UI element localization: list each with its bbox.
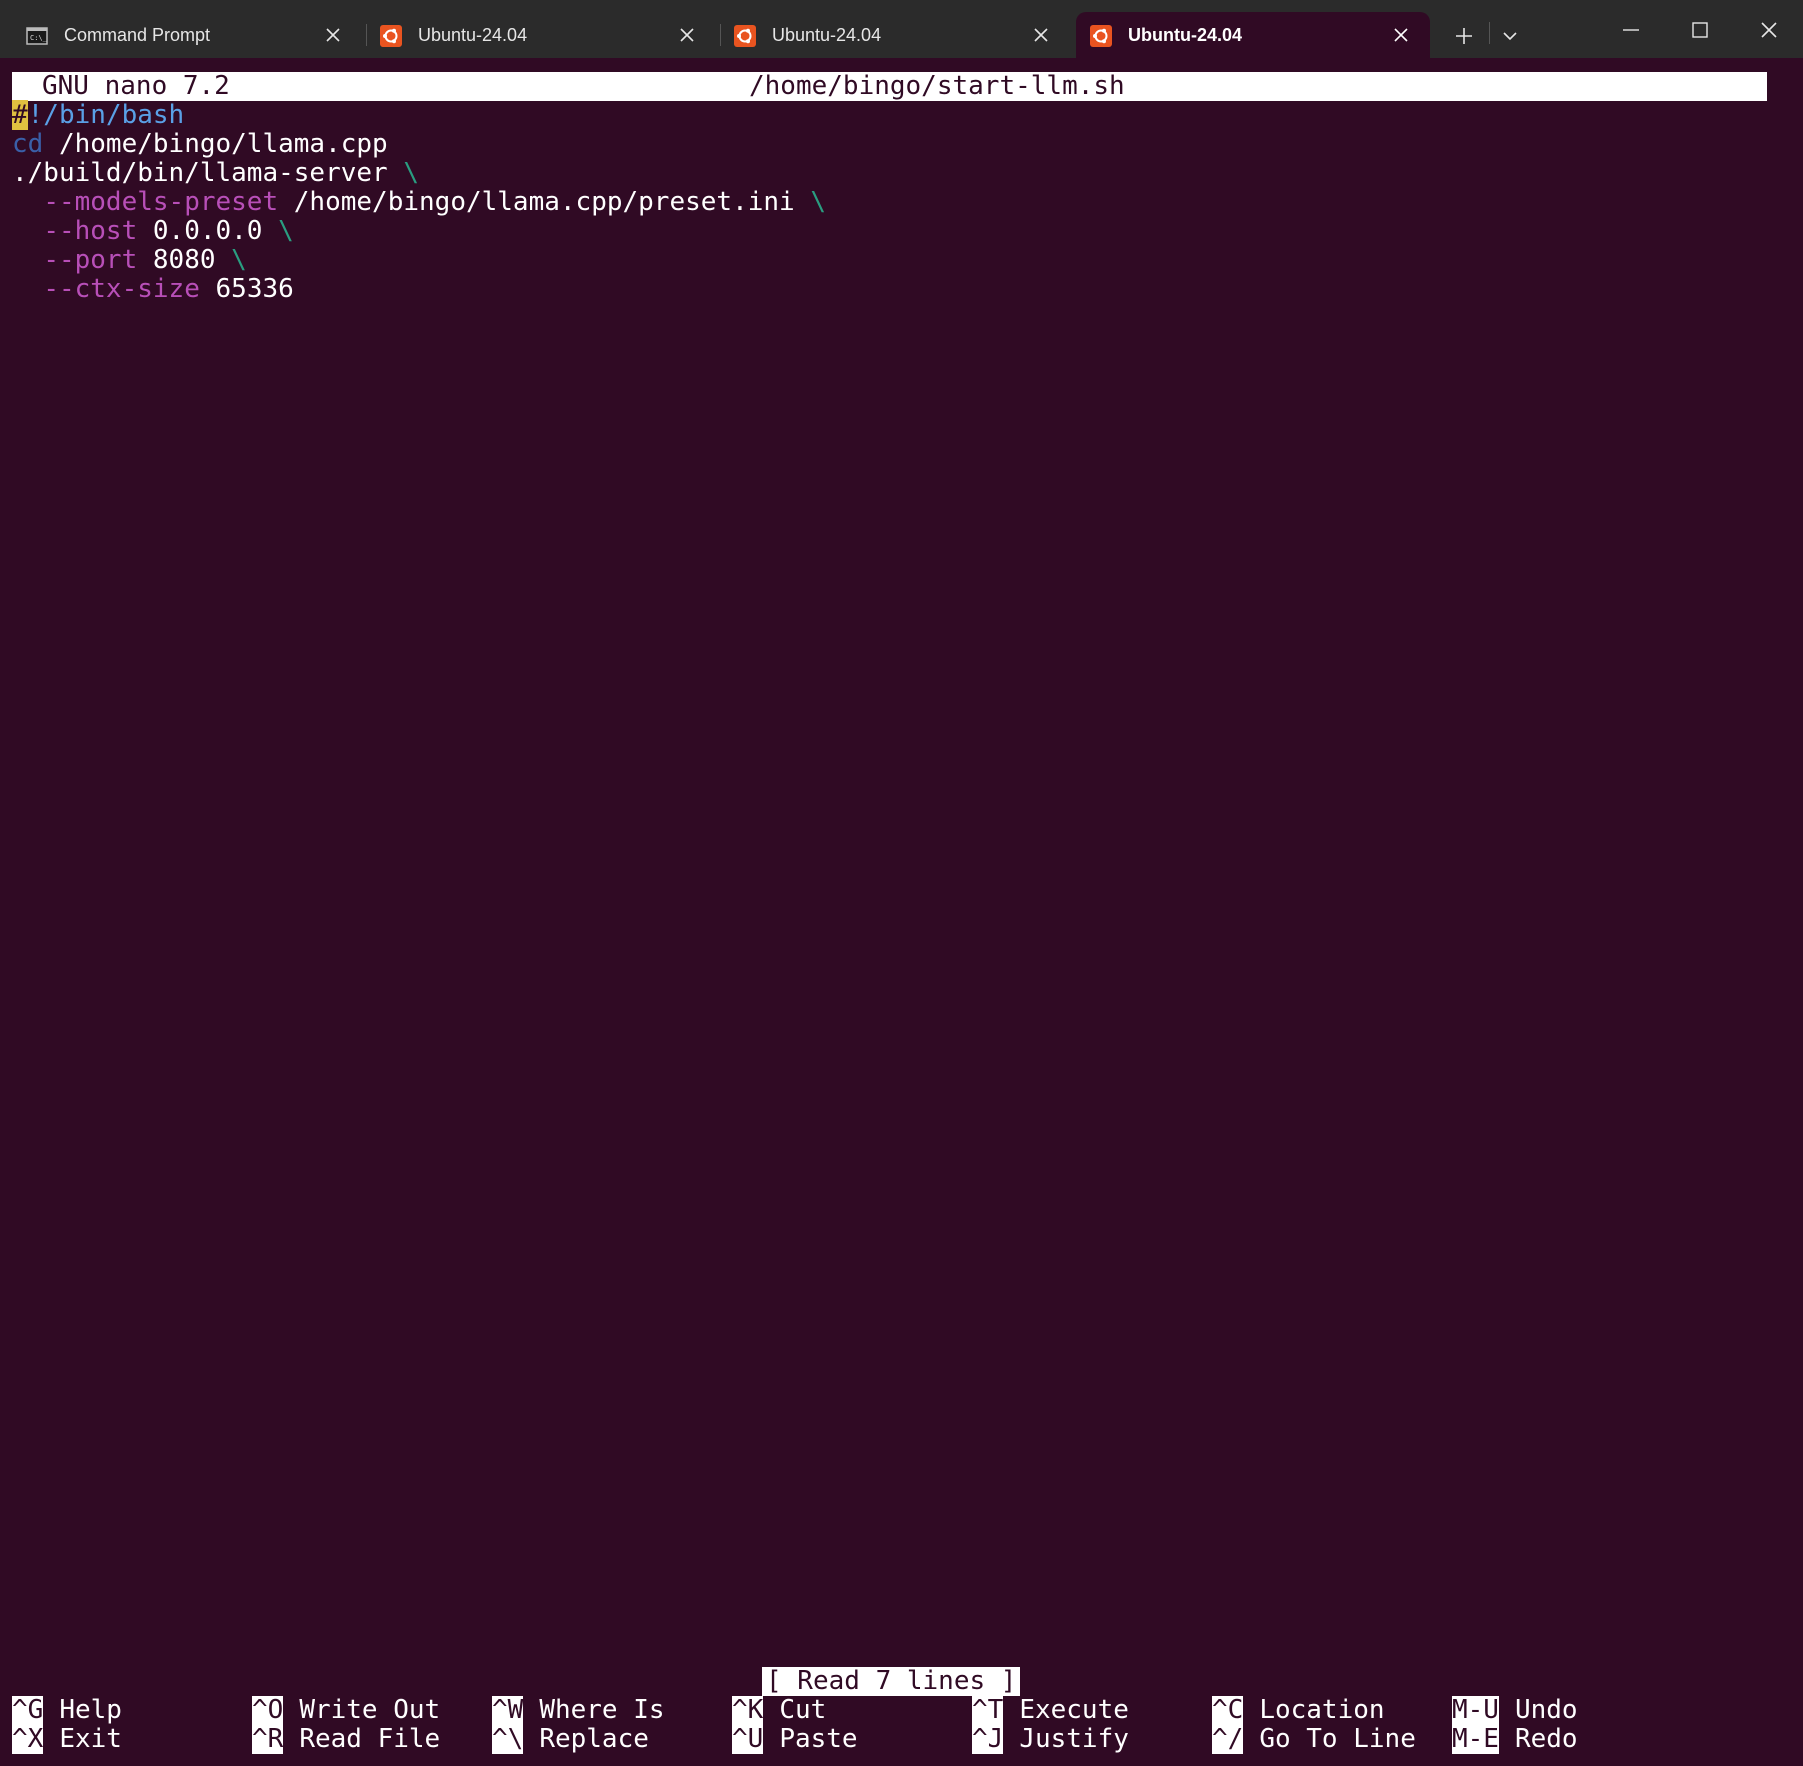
tab-label: Command Prompt: [64, 25, 211, 45]
tab-label: Ubuntu-24.04: [772, 25, 882, 45]
title-bar: C:\_ Command Prompt Ubuntu-24.04 Ubuntu-…: [0, 0, 1803, 58]
shortcut-label: Where Is: [539, 1695, 665, 1725]
flag-value: 8080: [152, 245, 216, 275]
shortcut-help[interactable]: ^G Help: [12, 1696, 122, 1725]
shortcut-label: Redo: [1514, 1724, 1578, 1754]
shortcut-label: Go To Line: [1259, 1724, 1416, 1754]
ubuntu-icon: [734, 25, 756, 47]
shortcut-key: ^C: [1212, 1695, 1244, 1725]
nano-header-bar: GNU nano 7.2 /home/bingo/start-llm.sh: [12, 72, 1767, 101]
shortcut-undo[interactable]: M-U Undo: [1452, 1696, 1578, 1725]
nano-version: GNU nano 7.2: [42, 71, 230, 101]
flag: --models-preset: [43, 187, 279, 217]
command-prompt-icon: C:\_: [26, 25, 48, 47]
close-icon[interactable]: [322, 24, 344, 46]
shortcut-key: ^R: [252, 1724, 284, 1754]
svg-text:C:\_: C:\_: [30, 34, 48, 42]
shortcut-key: ^X: [12, 1724, 44, 1754]
shortcut-key: M-E: [1452, 1724, 1499, 1754]
shortcut-justify[interactable]: ^J Justify: [972, 1725, 1129, 1754]
minimize-button[interactable]: [1611, 10, 1651, 50]
flag-value: /home/bingo/llama.cpp/preset.ini: [293, 187, 795, 217]
cd-keyword: cd: [12, 129, 44, 159]
shortcut-key: M-U: [1452, 1695, 1499, 1725]
ubuntu-icon: [1090, 25, 1112, 47]
code-line-7[interactable]: --ctx-size 65336: [12, 274, 294, 304]
new-tab-button[interactable]: [1444, 16, 1484, 56]
shortcut-key: ^T: [972, 1695, 1004, 1725]
shebang: !/bin/bash: [27, 100, 185, 130]
shortcut-key: ^O: [252, 1695, 284, 1725]
flag: --host: [43, 216, 138, 246]
code-line-1[interactable]: #!/bin/bash: [12, 100, 185, 130]
close-icon[interactable]: [1390, 24, 1412, 46]
flag: --ctx-size: [43, 274, 200, 304]
code-line-3[interactable]: ./build/bin/llama-server \: [12, 159, 419, 188]
tab-command-prompt[interactable]: C:\_ Command Prompt: [12, 12, 362, 58]
terminal-pane[interactable]: GNU nano 7.2 /home/bingo/start-llm.sh #!…: [0, 58, 1803, 1766]
shortcut-label: Exit: [59, 1724, 122, 1754]
file-path: /home/bingo/start-llm.sh: [749, 71, 1125, 101]
shortcut-label: Replace: [539, 1724, 649, 1754]
shortcut-write-out[interactable]: ^O Write Out: [252, 1696, 440, 1725]
tab-ubuntu-3-active[interactable]: Ubuntu-24.04: [1076, 12, 1430, 58]
flag-value: 0.0.0.0: [152, 216, 263, 246]
ubuntu-icon: [380, 25, 402, 47]
tab-ubuntu-2[interactable]: Ubuntu-24.04: [720, 12, 1070, 58]
tab-dropdown-button[interactable]: [1490, 16, 1530, 56]
shortcut-execute[interactable]: ^T Execute: [972, 1696, 1129, 1725]
server-command: ./build/bin/llama-server: [12, 158, 388, 188]
cd-path: /home/bingo/llama.cpp: [43, 129, 388, 159]
tab-label: Ubuntu-24.04: [418, 25, 528, 45]
shortcut-label: Justify: [1019, 1724, 1129, 1754]
shortcut-where-is[interactable]: ^W Where Is: [492, 1696, 665, 1725]
close-icon[interactable]: [1030, 24, 1052, 46]
shortcut-replace[interactable]: ^\ Replace: [492, 1725, 649, 1754]
shortcut-key: ^K: [732, 1695, 764, 1725]
shortcut-label: Undo: [1514, 1695, 1578, 1725]
shortcut-label: Paste: [779, 1724, 858, 1754]
window-close-button[interactable]: [1749, 10, 1789, 50]
shortcut-key: ^W: [492, 1695, 524, 1725]
shortcut-key: ^J: [972, 1724, 1004, 1754]
tab-ubuntu-1[interactable]: Ubuntu-24.04: [366, 12, 716, 58]
shortcut-label: Help: [59, 1695, 122, 1725]
code-line-2[interactable]: cd /home/bingo/llama.cpp: [12, 130, 388, 159]
shortcut-go-to-line[interactable]: ^/ Go To Line: [1212, 1725, 1416, 1754]
status-message: [ Read 7 lines ]: [762, 1667, 1021, 1696]
shortcut-label: Read File: [299, 1724, 441, 1754]
line-continuation: \: [231, 245, 247, 275]
shortcut-location[interactable]: ^C Location: [1212, 1696, 1385, 1725]
shortcut-key: ^U: [732, 1724, 764, 1754]
shortcut-key: ^G: [12, 1695, 44, 1725]
maximize-button[interactable]: [1680, 10, 1720, 50]
shortcut-key: ^/: [1212, 1724, 1244, 1754]
shortcut-cut[interactable]: ^K Cut: [732, 1696, 826, 1725]
text-cursor: #: [12, 100, 28, 130]
code-line-6[interactable]: --port 8080 \: [12, 246, 247, 275]
line-continuation: \: [278, 216, 294, 246]
shortcut-exit[interactable]: ^X Exit: [12, 1725, 122, 1754]
code-line-4[interactable]: --models-preset /home/bingo/llama.cpp/pr…: [12, 188, 826, 217]
tab-label: Ubuntu-24.04: [1128, 25, 1243, 45]
shortcut-read-file[interactable]: ^R Read File: [252, 1725, 440, 1754]
shortcut-label: Write Out: [299, 1695, 441, 1725]
line-continuation: \: [403, 158, 419, 188]
flag-value: 65336: [215, 274, 294, 304]
shortcut-paste[interactable]: ^U Paste: [732, 1725, 858, 1754]
flag: --port: [43, 245, 138, 275]
close-icon[interactable]: [676, 24, 698, 46]
shortcut-label: Cut: [779, 1695, 827, 1725]
shortcut-label: Location: [1259, 1695, 1385, 1725]
shortcut-key: ^\: [492, 1724, 524, 1754]
shortcut-redo[interactable]: M-E Redo: [1452, 1725, 1578, 1754]
code-line-5[interactable]: --host 0.0.0.0 \: [12, 216, 294, 246]
line-continuation: \: [810, 187, 826, 217]
shortcut-label: Execute: [1019, 1695, 1129, 1725]
